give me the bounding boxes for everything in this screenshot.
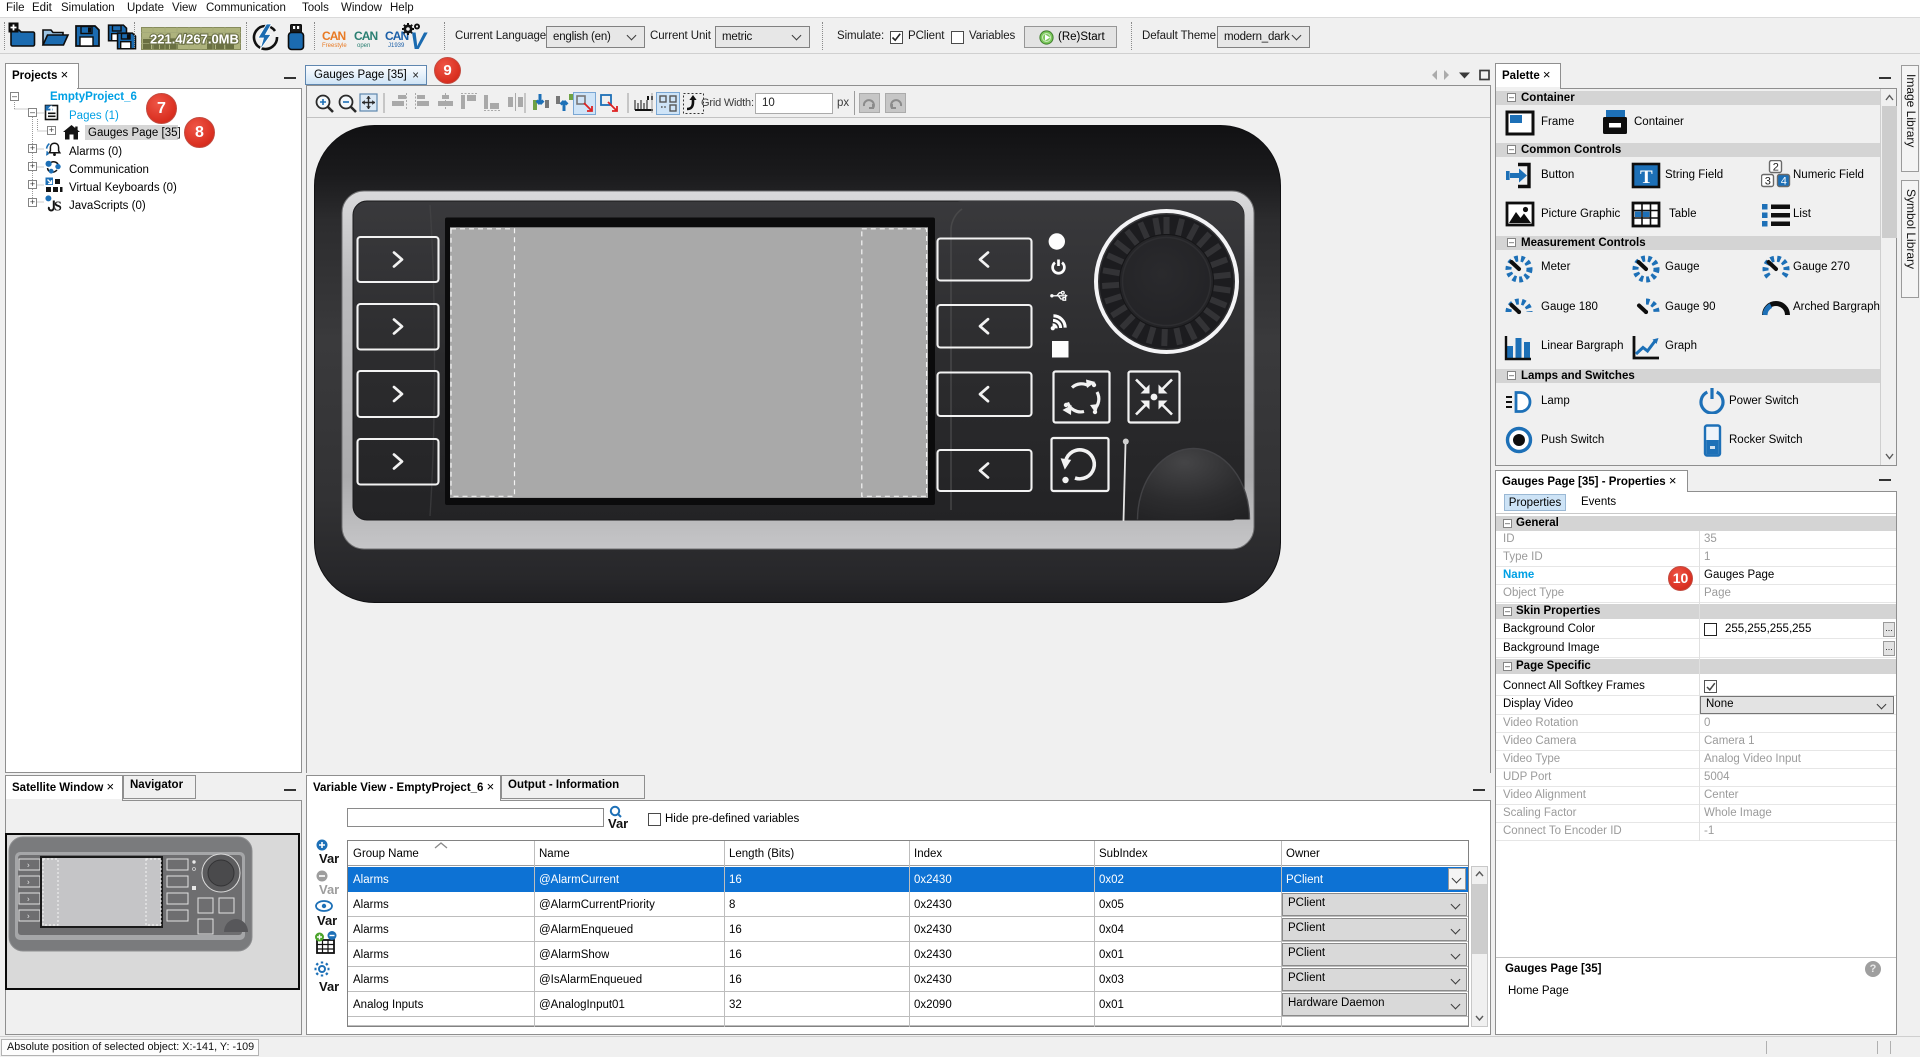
svg-text:open: open [357, 43, 370, 49]
svg-text:Var: Var [319, 851, 339, 866]
svg-text:Freestyle: Freestyle [322, 43, 347, 49]
svg-text:4: 4 [1781, 177, 1788, 189]
svg-text:T: T [1640, 167, 1653, 188]
svg-text:Var: Var [608, 816, 628, 830]
svg-text:›: › [27, 878, 30, 887]
svg-text:221.4/267.0MB: 221.4/267.0MB [150, 32, 239, 47]
svg-text:Var: Var [317, 913, 337, 928]
svg-text:3: 3 [1765, 177, 1772, 189]
svg-text:›: › [27, 861, 30, 870]
svg-text:2: 2 [1773, 163, 1780, 175]
svg-text:›: › [27, 895, 30, 904]
svg-text:CAN: CAN [322, 29, 346, 43]
svg-text:Var: Var [319, 979, 339, 994]
svg-text:›: › [27, 912, 30, 921]
svg-text:S: S [54, 200, 62, 213]
svg-text:V: V [410, 28, 428, 52]
svg-text:Var: Var [319, 882, 339, 897]
svg-text:CAN: CAN [354, 29, 378, 43]
